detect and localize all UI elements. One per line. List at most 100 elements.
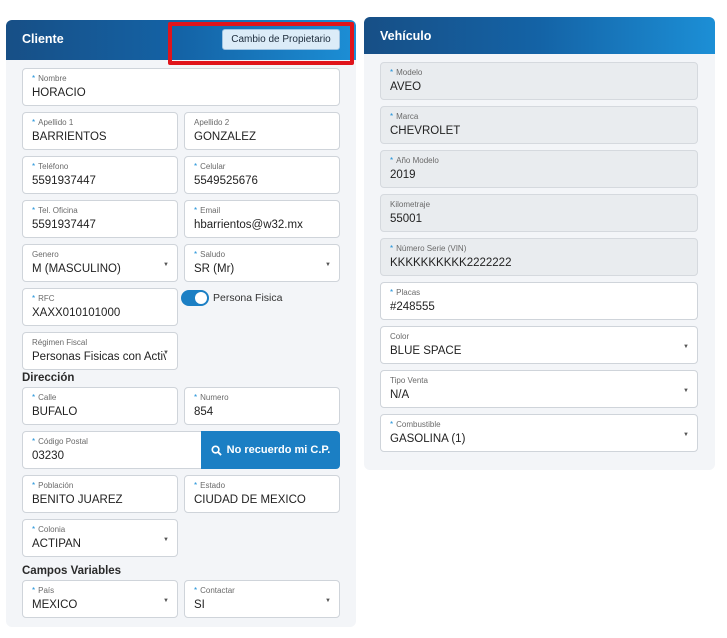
celular-label: Celular [200,162,226,171]
kilometraje-field: Kilometraje 55001 [380,194,698,232]
caret-down-icon: ▼ [163,262,169,268]
rfc-label: RFC [38,294,55,303]
caret-down-icon: ▼ [325,262,331,268]
combustible-value: GASOLINA (1) [390,433,466,445]
tipo-venta-value: N/A [390,389,410,401]
anio-modelo-value: 2019 [390,169,416,181]
numero-serie-field: * Número Serie (VIN) KKKKKKKKKK2222222 [380,238,698,276]
numero-label: Numero [200,393,229,402]
email-label: Email [200,206,221,215]
caret-down-icon: ▼ [163,598,169,604]
poblacion-label: Población [38,481,74,490]
placas-field[interactable]: * Placas #248555 [380,282,698,320]
regimen-fiscal-select[interactable]: Régimen Fiscal Personas Fisicas con Acti… [22,332,178,370]
caret-down-icon: ▼ [325,598,331,604]
saludo-select[interactable]: * Saludo SR (Mr) ▼ [184,244,340,282]
modelo-value: AVEO [390,81,422,93]
apellido1-label: Apellido 1 [38,118,74,127]
genero-value: M (MASCULINO) [32,263,121,275]
placas-value: #248555 [390,301,435,313]
persona-fisica-toggle[interactable] [181,290,209,306]
poblacion-field[interactable]: * Población BENITO JUÁREZ [22,475,178,513]
caret-down-icon: ▼ [163,350,169,356]
calle-value: BUFALO [32,406,78,418]
marca-value: CHEVROLET [390,125,461,137]
numero-serie-value: KKKKKKKKKK2222222 [390,257,512,269]
estado-value: CIUDAD DE MÉXICO [194,494,306,506]
estado-field[interactable]: * Estado CIUDAD DE MÉXICO [184,475,340,513]
pais-select[interactable]: * País MEXICO ▼ [22,580,178,618]
contactar-select[interactable]: * Contactar SI ▼ [184,580,340,618]
colonia-select[interactable]: * Colonia ACTIPAN ▼ [22,519,178,557]
nombre-field[interactable]: * Nombre HORACIO [22,68,340,106]
telefono-field[interactable]: * Teléfono 5591937447 [22,156,178,194]
rfc-field[interactable]: * RFC XAXX010101000 [22,288,178,326]
cliente-title: Cliente [22,32,64,46]
caret-down-icon: ▼ [683,432,689,438]
telefono-label: Teléfono [38,162,69,171]
genero-select[interactable]: Genero M (MASCULINO) ▼ [22,244,178,282]
modelo-label: Modelo [396,68,423,77]
kilometraje-label: Kilometraje [390,200,431,209]
email-value: hbarrientos@w32.mx [194,219,303,231]
combustible-select[interactable]: * Combustible GASOLINA (1) ▼ [380,414,698,452]
modelo-field: * Modelo AVEO [380,62,698,100]
highlight-box [168,22,354,65]
color-label: Color [390,332,410,341]
placas-label: Placas [396,288,421,297]
estado-label: Estado [200,481,226,490]
marca-field: * Marca CHEVROLET [380,106,698,144]
colonia-label: Colonia [38,525,66,534]
poblacion-value: BENITO JUÁREZ [32,494,123,506]
color-select[interactable]: Color BLUE SPACE ▼ [380,326,698,364]
calle-label: Calle [38,393,57,402]
no-recuerdo-cp-button[interactable]: No recuerdo mi C.P. [201,431,340,469]
codigo-postal-value: 03230 [32,450,64,462]
pais-label: País [38,586,55,595]
numero-field[interactable]: * Numero 854 [184,387,340,425]
combustible-label: Combustible [396,420,441,429]
caret-down-icon: ▼ [683,344,689,350]
caret-down-icon: ▼ [683,388,689,394]
codigo-postal-label: Código Postal [38,437,88,446]
direccion-title: Dirección [22,372,75,384]
marca-label: Marca [396,112,419,121]
colonia-value: ACTIPAN [32,538,81,550]
saludo-label: Saludo [200,250,226,259]
saludo-value: SR (Mr) [194,263,235,275]
apellido2-label: Apellido 2 [194,118,230,127]
campos-variables-title: Campos Variables [22,565,122,577]
celular-field[interactable]: * Celular 5549525676 [184,156,340,194]
regimen-fiscal-value: Personas Fisicas con Activ [32,351,166,363]
color-value: BLUE SPACE [390,345,462,357]
tipo-venta-label: Tipo Venta [390,376,428,385]
contactar-label: Contactar [200,586,235,595]
contactar-value: SI [194,599,205,611]
anio-modelo-label: Año Modelo [396,156,439,165]
kilometraje-value: 55001 [390,213,422,225]
caret-down-icon: ▼ [163,537,169,543]
vehiculo-header: Vehículo [364,17,715,54]
tipo-venta-select[interactable]: Tipo Venta N/A ▼ [380,370,698,408]
codigo-postal-field[interactable]: * Código Postal 03230 [22,431,202,469]
tel-oficina-value: 5591937447 [32,219,96,231]
tel-oficina-field[interactable]: * Tel. Oficina 5591937447 [22,200,178,238]
no-recuerdo-cp-label: No recuerdo mi C.P. [226,444,331,456]
celular-value: 5549525676 [194,175,258,187]
rfc-value: XAXX010101000 [32,307,121,319]
numero-serie-label: Número Serie (VIN) [396,244,467,253]
nombre-label: Nombre [38,74,67,83]
apellido1-value: BARRIENTOS [32,131,107,143]
persona-fisica-label: Persona Fisica [213,292,283,304]
numero-value: 854 [194,406,214,418]
vehiculo-title: Vehículo [380,29,432,43]
apellido2-field[interactable]: Apellido 2 GONZALEZ [184,112,340,150]
email-field[interactable]: * Email hbarrientos@w32.mx [184,200,340,238]
anio-modelo-field: * Año Modelo 2019 [380,150,698,188]
calle-field[interactable]: * Calle BUFALO [22,387,178,425]
apellido2-value: GONZALEZ [194,131,256,143]
genero-label: Genero [32,250,59,259]
apellido1-field[interactable]: * Apellido 1 BARRIENTOS [22,112,178,150]
regimen-fiscal-label: Régimen Fiscal [32,338,88,347]
nombre-value: HORACIO [32,87,86,99]
